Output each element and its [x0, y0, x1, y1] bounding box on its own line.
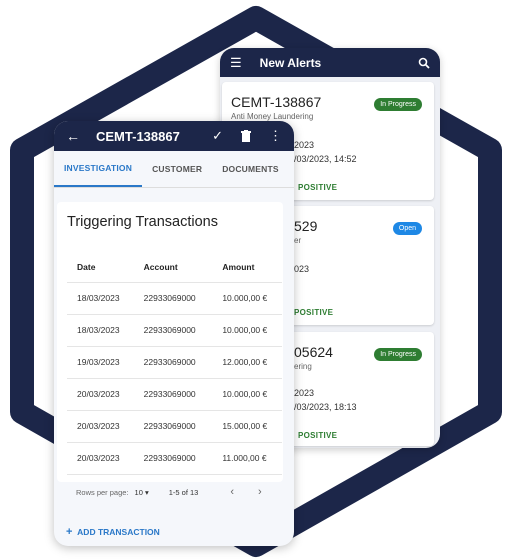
alert-detail-screen: ← CEMT-138867 ✓ ⋮ INVESTIGATION CUSTOMER… [54, 121, 294, 546]
search-icon[interactable] [418, 57, 430, 69]
table-cell: 22933069000 [133, 314, 213, 347]
table-cell: 10.000,00 € [212, 282, 282, 315]
more-vert-icon[interactable]: ⋮ [269, 128, 282, 144]
table-cell: 20/03/2023 [67, 410, 134, 443]
detail-title: CEMT-138867 [96, 128, 180, 144]
detail-tabs: INVESTIGATION CUSTOMER DOCUMENTS [54, 151, 294, 188]
status-badge: Open [392, 222, 422, 235]
table-row[interactable]: 20/03/2023 22933069000 15.000,00 € [67, 410, 282, 443]
dropdown-arrow-icon: ▾ [144, 487, 149, 497]
table-cell: 20/03/2023 [67, 442, 134, 475]
alert-date: 2023 [294, 140, 315, 150]
column-header[interactable]: Date [67, 252, 134, 283]
prev-page-icon[interactable]: ‹ [230, 486, 234, 498]
table-cell: 10.000,00 € [212, 378, 282, 411]
alert-date: 2023 [294, 388, 315, 398]
alert-type: Anti Money Laundering [231, 112, 314, 121]
table-cell: 22933069000 [133, 282, 213, 315]
tab-customer[interactable]: CUSTOMER [142, 151, 212, 187]
table-cell: 22933069000 [133, 410, 213, 443]
table-cell: 12.000,00 € [212, 346, 282, 379]
add-transaction-label: ADD TRANSACTION [77, 527, 160, 537]
table-row[interactable]: 20/03/2023 22933069000 10.000,00 € [67, 378, 282, 411]
check-icon[interactable]: ✓ [212, 128, 223, 144]
alert-datetime: /03/2023, 14:52 [294, 154, 357, 164]
back-arrow-icon[interactable]: ← [66, 128, 80, 144]
next-page-icon[interactable]: › [258, 486, 262, 498]
alerts-title: New Alerts [259, 55, 322, 70]
status-badge: In Progress [374, 98, 422, 111]
alert-result: POSITIVE [294, 308, 334, 317]
add-transaction-button[interactable]: + ADD TRANSACTION [66, 526, 160, 538]
alert-datetime: /03/2023, 18:13 [294, 402, 357, 412]
transactions-table: Date Account Amount 18/03/2023 2293306900… [67, 252, 282, 475]
plus-icon: + [66, 526, 73, 538]
table-cell: 20/03/2023 [67, 378, 134, 411]
rows-per-page-select[interactable]: 10 ▾ [135, 488, 149, 497]
rows-per-page-value: 10 [134, 487, 143, 497]
table-row[interactable]: 18/03/2023 22933069000 10.000,00 € [67, 282, 282, 315]
alerts-app-bar: ☰ New Alerts [220, 48, 440, 77]
table-row[interactable]: 18/03/2023 22933069000 10.000,00 € [67, 314, 282, 347]
table-cell: 11.000,00 € [212, 442, 282, 475]
column-header[interactable]: Account [133, 252, 213, 283]
detail-app-bar: ← CEMT-138867 ✓ ⋮ [54, 121, 294, 151]
section-title: Triggering Transactions [67, 214, 218, 230]
delete-icon[interactable] [241, 130, 251, 142]
table-cell: 22933069000 [133, 442, 213, 475]
alert-id: CEMT-138867 [231, 94, 322, 110]
table-row[interactable]: 20/03/2023 22933069000 11.000,00 € [67, 442, 282, 475]
alert-id: 05624 [294, 344, 333, 360]
pagination: Rows per page: 10 ▾ 1-5 of 13 ‹ › [76, 486, 276, 498]
table-row[interactable]: 19/03/2023 22933069000 12.000,00 € [67, 346, 282, 379]
alert-type: er [294, 236, 302, 245]
table-cell: 22933069000 [133, 346, 213, 379]
table-cell: 22933069000 [133, 378, 213, 411]
tab-investigation[interactable]: INVESTIGATION [54, 151, 143, 187]
alert-id: 529 [294, 218, 318, 234]
alert-type: ering [294, 362, 312, 371]
table-cell: 18/03/2023 [67, 314, 134, 347]
menu-icon[interactable]: ☰ [230, 55, 242, 71]
alert-date: 023 [294, 264, 310, 274]
table-cell: 10.000,00 € [212, 314, 282, 347]
table-cell: 19/03/2023 [67, 346, 134, 379]
alert-result: POSITIVE [298, 431, 338, 440]
rows-per-page-label: Rows per page: [76, 487, 129, 497]
page-range: 1-5 of 13 [168, 487, 199, 497]
alert-result: POSITIVE [298, 183, 338, 192]
column-header[interactable]: Amount [212, 252, 282, 283]
table-cell: 15.000,00 € [212, 410, 282, 443]
table-cell: 18/03/2023 [67, 282, 134, 315]
status-badge: In Progress [374, 348, 422, 361]
tab-documents[interactable]: DOCUMENTS [212, 151, 289, 187]
